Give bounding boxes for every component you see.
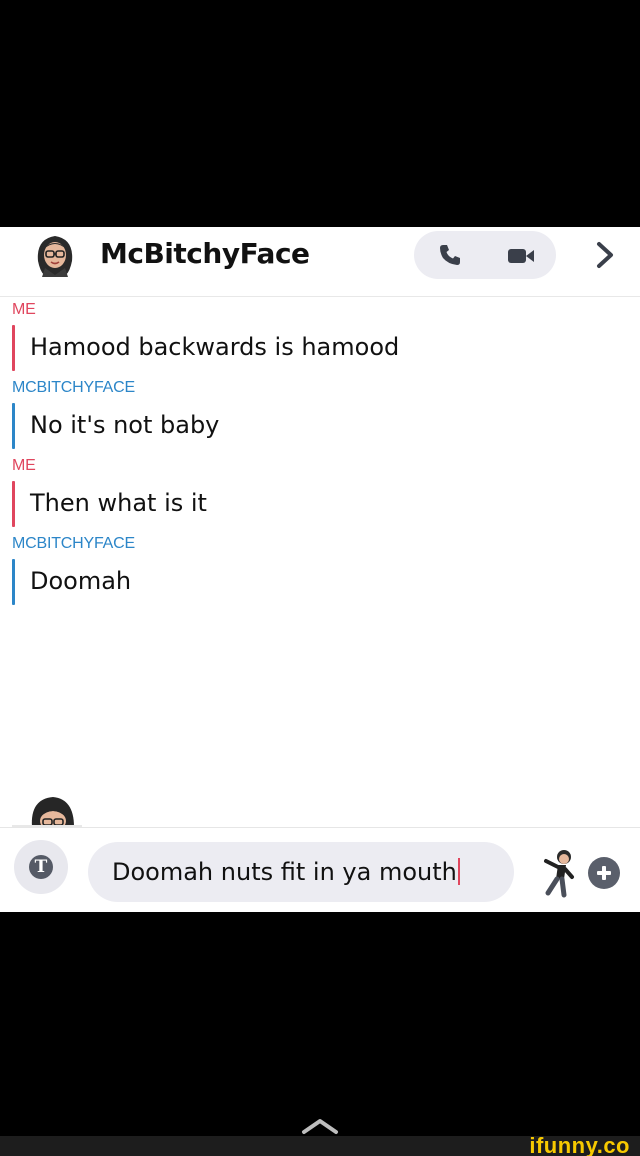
message-text: No it's not baby [30, 411, 220, 439]
text-caret [457, 858, 460, 885]
sender-label: ME [12, 457, 36, 474]
message-group: MCBITCHYFACE No it's not baby [12, 377, 640, 455]
bottom-letterbox [0, 912, 640, 1136]
chat-input[interactable]: Doomah nuts fit in ya mouth [88, 842, 514, 902]
call-buttons [414, 231, 556, 279]
message-text: Doomah [30, 567, 132, 595]
plus-icon[interactable] [588, 857, 620, 889]
message-text: Then what is it [30, 489, 207, 517]
text-style-icon: T [29, 855, 53, 879]
top-letterbox [0, 0, 640, 227]
message-text: Hamood backwards is hamood [30, 333, 400, 361]
message[interactable]: Doomah [12, 555, 640, 611]
ifunny-watermark: ifunny.co [529, 1133, 630, 1156]
message-group: MCBITCHYFACE Doomah [12, 533, 640, 611]
sender-label: MCBITCHYFACE [12, 535, 135, 552]
sender-label: ME [12, 301, 36, 318]
message[interactable]: Then what is it [12, 477, 640, 533]
chat-header: McBitchyFace [0, 227, 640, 297]
sender-label: MCBITCHYFACE [12, 379, 135, 396]
plus-icon-vertical [602, 866, 606, 880]
watermark-bar: ifunny.co [0, 1133, 640, 1156]
bitmoji-sticker-icon[interactable] [528, 847, 578, 899]
chat-input-text: Doomah nuts fit in ya mouth [112, 857, 460, 887]
typing-bitmoji-peek [12, 797, 82, 827]
text-style-button[interactable]: T [14, 840, 68, 894]
message-list: ME Hamood backwards is hamood MCBITCHYFA… [0, 299, 640, 611]
message-group: ME Hamood backwards is hamood [12, 299, 640, 377]
message-group: ME Then what is it [12, 455, 640, 533]
chevron-up-icon[interactable] [300, 1117, 340, 1135]
chevron-right-icon[interactable] [592, 239, 618, 271]
composer-divider [0, 827, 640, 828]
chat-screen: McBitchyFace ME Hamood backwards is hamo… [0, 227, 640, 912]
chat-input-value: Doomah nuts fit in ya mouth [112, 858, 457, 886]
video-camera-icon[interactable] [506, 245, 536, 267]
message[interactable]: Hamood backwards is hamood [12, 321, 640, 377]
message[interactable]: No it's not baby [12, 399, 640, 455]
contact-avatar[interactable] [32, 231, 78, 277]
contact-name[interactable]: McBitchyFace [100, 237, 310, 270]
phone-icon[interactable] [438, 243, 462, 267]
